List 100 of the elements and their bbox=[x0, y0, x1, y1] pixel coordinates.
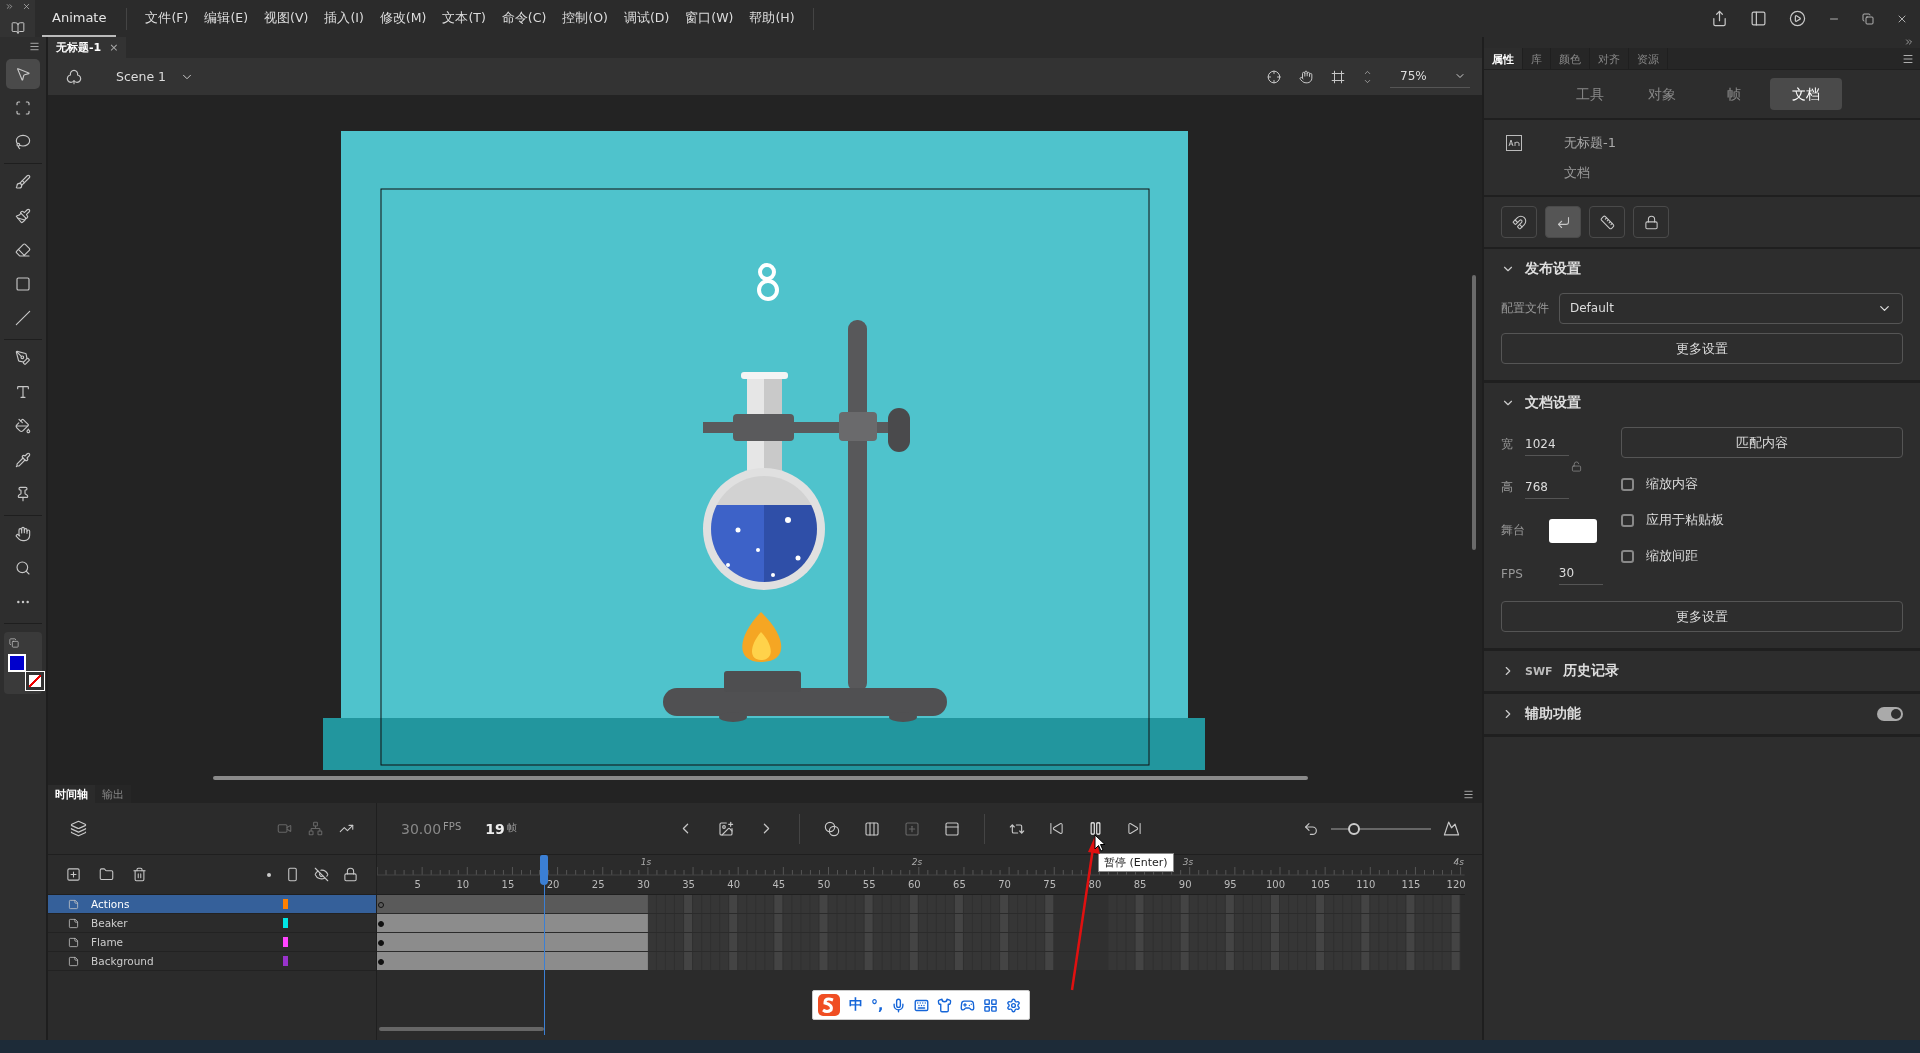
menu-item[interactable]: 文本(T) bbox=[434, 10, 494, 27]
frame-cells[interactable] bbox=[1108, 952, 1460, 970]
microphone-icon[interactable] bbox=[891, 997, 907, 1013]
pin-icon[interactable] bbox=[15, 486, 31, 502]
property-tab[interactable]: 帧 bbox=[1698, 78, 1770, 110]
checkbox[interactable] bbox=[1621, 513, 1634, 527]
layer-icon[interactable] bbox=[68, 898, 79, 910]
keyframe-dot[interactable] bbox=[378, 959, 384, 965]
expand-icon[interactable] bbox=[4, 2, 14, 11]
menu-item[interactable]: 窗口(W) bbox=[677, 10, 742, 27]
search-icon[interactable] bbox=[15, 560, 31, 576]
property-tab[interactable]: 对象 bbox=[1626, 78, 1698, 110]
lasso-icon[interactable] bbox=[15, 134, 31, 150]
property-tab[interactable]: 工具 bbox=[1554, 78, 1626, 110]
layout-icon[interactable] bbox=[1750, 10, 1767, 27]
image-plus-icon[interactable] bbox=[718, 820, 735, 837]
frame-cells[interactable] bbox=[1108, 933, 1460, 951]
restore-icon[interactable] bbox=[1862, 12, 1874, 25]
brush-icon[interactable] bbox=[15, 174, 31, 190]
mountains-icon[interactable] bbox=[1443, 820, 1460, 837]
stage-color-swatch[interactable] bbox=[1549, 518, 1597, 543]
checkbox[interactable] bbox=[1621, 549, 1634, 563]
frame-cells[interactable] bbox=[1108, 914, 1460, 932]
shirt-icon[interactable] bbox=[937, 997, 953, 1013]
checkbox[interactable] bbox=[1621, 477, 1634, 491]
snap-button[interactable] bbox=[1633, 206, 1669, 238]
gamepad-icon[interactable] bbox=[960, 997, 976, 1013]
menu-icon[interactable] bbox=[29, 41, 40, 52]
snap-icon[interactable] bbox=[1555, 214, 1571, 230]
overlapping-circles-icon[interactable] bbox=[824, 820, 841, 837]
step-forward-icon[interactable] bbox=[1127, 821, 1143, 836]
snap-button[interactable] bbox=[1545, 206, 1581, 238]
keyboard-icon[interactable] bbox=[914, 997, 930, 1013]
keyframe-dot[interactable] bbox=[378, 940, 384, 946]
panel-tab[interactable]: 时间轴 bbox=[48, 785, 95, 803]
ime-logo-icon[interactable] bbox=[817, 993, 841, 1017]
snap-button[interactable] bbox=[1589, 206, 1625, 238]
horizontal-scrollbar[interactable] bbox=[213, 776, 1308, 780]
layer-row[interactable]: Flame bbox=[48, 933, 376, 952]
share-icon[interactable] bbox=[1711, 10, 1728, 27]
match-contents-button[interactable]: 匹配内容 bbox=[1621, 427, 1903, 458]
keyframe-dot[interactable] bbox=[378, 902, 384, 908]
eye-off-icon[interactable] bbox=[314, 867, 329, 882]
more-settings-button[interactable]: 更多设置 bbox=[1501, 333, 1903, 364]
step-back-icon[interactable] bbox=[1049, 821, 1065, 836]
hand-icon[interactable] bbox=[15, 526, 31, 542]
club-icon[interactable] bbox=[66, 68, 82, 85]
hierarchy-icon[interactable] bbox=[308, 821, 323, 836]
eyedropper-icon[interactable] bbox=[15, 452, 31, 468]
menu-item[interactable]: 帮助(H) bbox=[741, 10, 803, 27]
ruler-icon[interactable] bbox=[1599, 214, 1615, 230]
pen-icon[interactable] bbox=[15, 350, 31, 366]
menu-item[interactable]: 调试(D) bbox=[615, 10, 678, 27]
columns-icon[interactable] bbox=[864, 820, 881, 837]
hand-icon[interactable] bbox=[1299, 69, 1313, 84]
profile-select[interactable]: Default bbox=[1559, 292, 1903, 324]
grid-icon[interactable] bbox=[983, 997, 999, 1013]
frame-cells[interactable] bbox=[647, 933, 1054, 951]
scene-name[interactable]: Scene 1 bbox=[116, 69, 167, 84]
vertical-scrollbar[interactable] bbox=[1472, 275, 1476, 550]
add-layer-icon[interactable] bbox=[66, 867, 81, 882]
layer-icon[interactable] bbox=[68, 955, 79, 967]
horizontal-scrollbar[interactable] bbox=[379, 1027, 544, 1031]
lock-icon[interactable] bbox=[343, 867, 358, 882]
dot-icon[interactable] bbox=[267, 872, 271, 877]
crosshair-icon[interactable] bbox=[1267, 69, 1281, 84]
pause-icon[interactable] bbox=[1088, 821, 1104, 836]
color-swatches[interactable] bbox=[4, 632, 42, 694]
fps-field[interactable]: 30 bbox=[1558, 562, 1603, 585]
close-tab[interactable]: × bbox=[109, 41, 119, 54]
layer-icon[interactable] bbox=[68, 917, 79, 929]
swap-colors-icon[interactable] bbox=[9, 638, 19, 648]
menu-item[interactable]: 编辑(E) bbox=[196, 10, 257, 27]
magnet-icon[interactable] bbox=[1511, 214, 1527, 230]
menu-item[interactable]: 插入(I) bbox=[316, 10, 372, 27]
expand-icon[interactable] bbox=[1904, 37, 1914, 47]
unlock-icon[interactable] bbox=[1571, 460, 1582, 472]
transform-icon[interactable] bbox=[15, 100, 31, 116]
text-icon[interactable] bbox=[15, 384, 31, 400]
frame-icon[interactable] bbox=[1331, 69, 1345, 84]
close-icon[interactable] bbox=[21, 2, 31, 11]
layer-row[interactable]: Beaker bbox=[48, 914, 376, 933]
settings-icon[interactable] bbox=[1006, 997, 1022, 1013]
menu-item[interactable]: 文件(F) bbox=[137, 10, 197, 27]
menu-icon[interactable] bbox=[1902, 52, 1914, 65]
outline-icon[interactable] bbox=[285, 867, 300, 882]
menu-item[interactable]: 视图(V) bbox=[256, 10, 317, 27]
document-tab[interactable]: 无标题-1 × bbox=[48, 37, 127, 58]
frame-cells[interactable] bbox=[647, 952, 1054, 970]
toggle-switch[interactable] bbox=[1877, 707, 1903, 721]
paint-bucket-icon[interactable] bbox=[15, 418, 31, 434]
paintbrush-icon[interactable] bbox=[15, 208, 31, 224]
menu-item[interactable]: 修改(M) bbox=[371, 10, 435, 27]
menu-icon[interactable] bbox=[1463, 788, 1474, 800]
layer-row[interactable]: Actions bbox=[48, 895, 376, 914]
keyframe-dot[interactable] bbox=[378, 921, 384, 927]
height-field[interactable]: 768 bbox=[1525, 476, 1569, 499]
tool-button[interactable] bbox=[6, 59, 40, 89]
frame-cells[interactable] bbox=[1108, 895, 1460, 913]
fill-color-swatch[interactable] bbox=[8, 654, 26, 672]
